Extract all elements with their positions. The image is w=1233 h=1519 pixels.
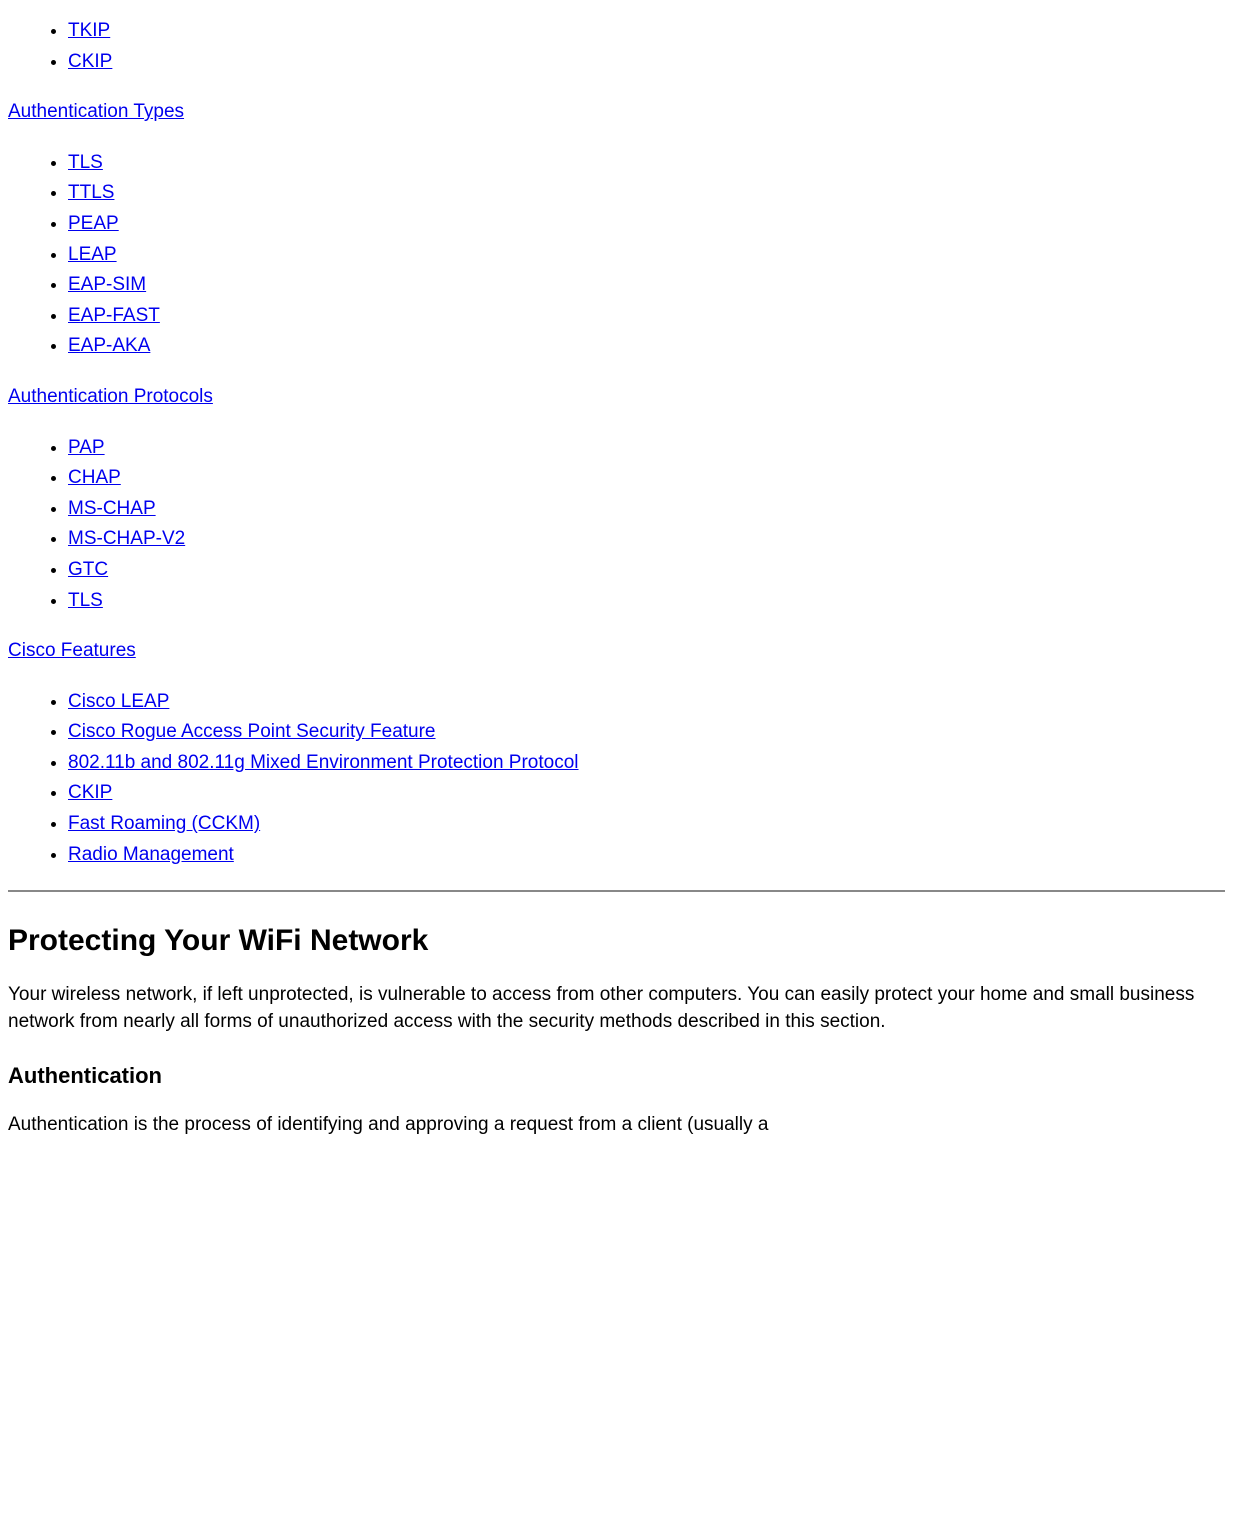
list-cisco-features: Cisco LEAP Cisco Rogue Access Point Secu… [8,689,1225,869]
list-item: EAP-FAST [68,303,1225,330]
list-item: 802.11b and 802.11g Mixed Environment Pr… [68,750,1225,777]
link-ckip[interactable]: CKIP [68,51,112,72]
list-item: LEAP [68,242,1225,269]
link-eap-aka[interactable]: EAP-AKA [68,335,150,356]
link-peap[interactable]: PEAP [68,213,119,234]
list-item: MS-CHAP [68,496,1225,523]
link-cisco-features[interactable]: Cisco Features [8,638,1225,665]
list-item: CHAP [68,465,1225,492]
link-tkip[interactable]: TKIP [68,20,110,41]
list-item: Fast Roaming (CCKM) [68,811,1225,838]
link-80211-mixed[interactable]: 802.11b and 802.11g Mixed Environment Pr… [68,752,579,773]
link-eap-sim[interactable]: EAP-SIM [68,274,146,295]
link-leap[interactable]: LEAP [68,244,117,265]
list-item: Cisco Rogue Access Point Security Featur… [68,719,1225,746]
link-gtc[interactable]: GTC [68,559,108,580]
list-auth-types: TLS TTLS PEAP LEAP EAP-SIM EAP-FAST EAP-… [8,150,1225,360]
link-fast-roaming[interactable]: Fast Roaming (CCKM) [68,813,260,834]
list-item: GTC [68,557,1225,584]
list-item: PEAP [68,211,1225,238]
link-ttls[interactable]: TTLS [68,182,114,203]
link-chap[interactable]: CHAP [68,467,121,488]
link-cisco-rogue[interactable]: Cisco Rogue Access Point Security Featur… [68,721,436,742]
list-item: TTLS [68,180,1225,207]
link-eap-fast[interactable]: EAP-FAST [68,305,160,326]
link-authentication-protocols[interactable]: Authentication Protocols [8,384,1225,411]
list-1: TKIP CKIP [8,18,1225,75]
list-item: Radio Management [68,842,1225,869]
list-item: PAP [68,435,1225,462]
link-radio-management[interactable]: Radio Management [68,844,234,865]
heading-protecting: Protecting Your WiFi Network [8,920,1225,962]
divider [8,890,1225,892]
list-item: TLS [68,150,1225,177]
list-item: CKIP [68,780,1225,807]
link-ms-chap-v2[interactable]: MS-CHAP-V2 [68,528,185,549]
link-cisco-leap[interactable]: Cisco LEAP [68,691,169,712]
list-item: Cisco LEAP [68,689,1225,716]
para-authentication: Authentication is the process of identif… [8,1112,1225,1139]
list-item: EAP-AKA [68,333,1225,360]
list-item: TLS [68,588,1225,615]
list-auth-protocols: PAP CHAP MS-CHAP MS-CHAP-V2 GTC TLS [8,435,1225,615]
link-authentication-types[interactable]: Authentication Types [8,99,1225,126]
list-item: TKIP [68,18,1225,45]
link-ms-chap[interactable]: MS-CHAP [68,498,156,519]
list-item: CKIP [68,49,1225,76]
para-protecting: Your wireless network, if left unprotect… [8,982,1225,1035]
link-pap[interactable]: PAP [68,437,105,458]
link-ckip-2[interactable]: CKIP [68,782,112,803]
list-item: MS-CHAP-V2 [68,526,1225,553]
link-tls-2[interactable]: TLS [68,590,103,611]
heading-authentication: Authentication [8,1061,1225,1092]
list-item: EAP-SIM [68,272,1225,299]
link-tls[interactable]: TLS [68,152,103,173]
